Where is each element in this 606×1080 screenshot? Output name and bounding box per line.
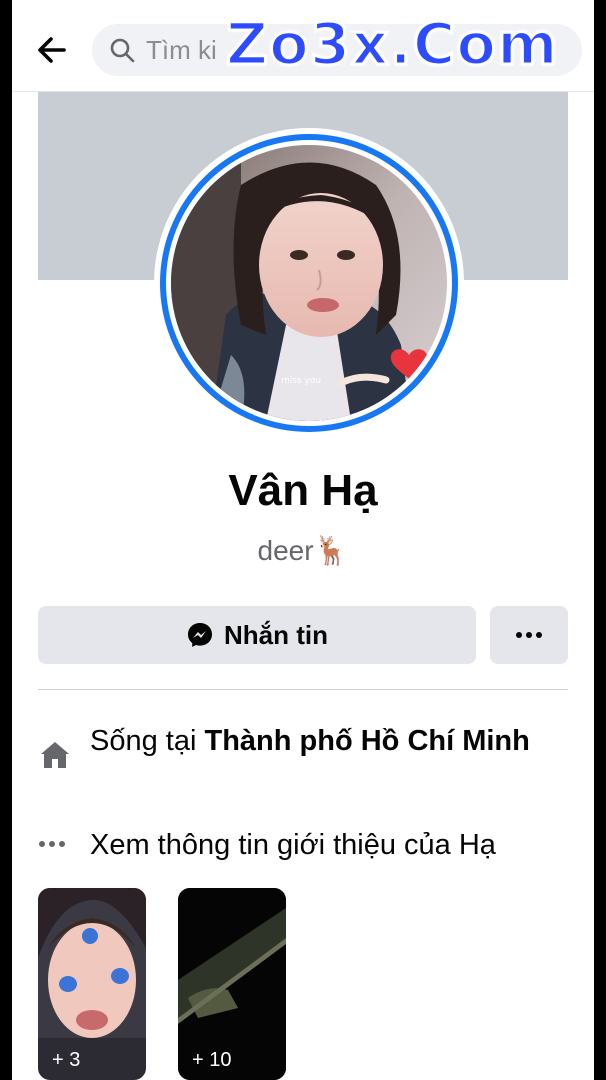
back-button[interactable] <box>30 28 74 72</box>
lives-in-city[interactable]: Thành phố Hồ Chí Minh <box>204 725 529 757</box>
story-count: + 3 <box>52 1049 81 1071</box>
message-button[interactable]: Nhắn tin <box>38 606 476 664</box>
profile-picture[interactable]: miss you <box>154 128 464 438</box>
see-about-label: Xem thông tin giới thiệu của Hạ <box>90 829 496 861</box>
search-icon <box>110 38 135 63</box>
avatar-photo: miss you <box>171 145 447 421</box>
home-icon <box>41 742 69 768</box>
message-button-label: Nhắn tin <box>224 619 328 650</box>
more-options-button[interactable] <box>490 606 568 664</box>
featured-story-card[interactable]: + 10 <box>178 888 286 1080</box>
watermark-logo: Zo3x.Com <box>225 9 560 80</box>
avatar-caption: miss you <box>281 376 321 386</box>
lives-in-prefix: Sống tại <box>90 725 205 757</box>
profile-bio: deer🦌 <box>12 534 594 567</box>
more-dots-icon <box>516 632 542 638</box>
top-bar: Zo3x.Com <box>12 0 594 92</box>
featured-story-card[interactable]: + 3 <box>38 888 146 1080</box>
profile-name: Vân Hạ <box>228 466 378 515</box>
deer-emoji: 🦌 <box>313 534 349 567</box>
bio-text: deer <box>257 535 314 566</box>
back-arrow-icon <box>38 37 66 63</box>
story-ring: miss you <box>160 134 458 432</box>
lives-in-text: Sống tại Thành phố Hồ Chí Minh <box>90 722 550 760</box>
story-count: + 10 <box>192 1049 232 1071</box>
intro-lives-in: Sống tại Thành phố Hồ Chí Minh <box>38 722 568 802</box>
see-about-link[interactable]: Xem thông tin giới thiệu của Hạ <box>38 826 568 866</box>
more-horizontal-icon <box>39 841 65 847</box>
profile-screen: Zo3x.Com <box>12 0 594 1080</box>
section-divider <box>38 689 568 690</box>
messenger-icon <box>188 623 212 647</box>
